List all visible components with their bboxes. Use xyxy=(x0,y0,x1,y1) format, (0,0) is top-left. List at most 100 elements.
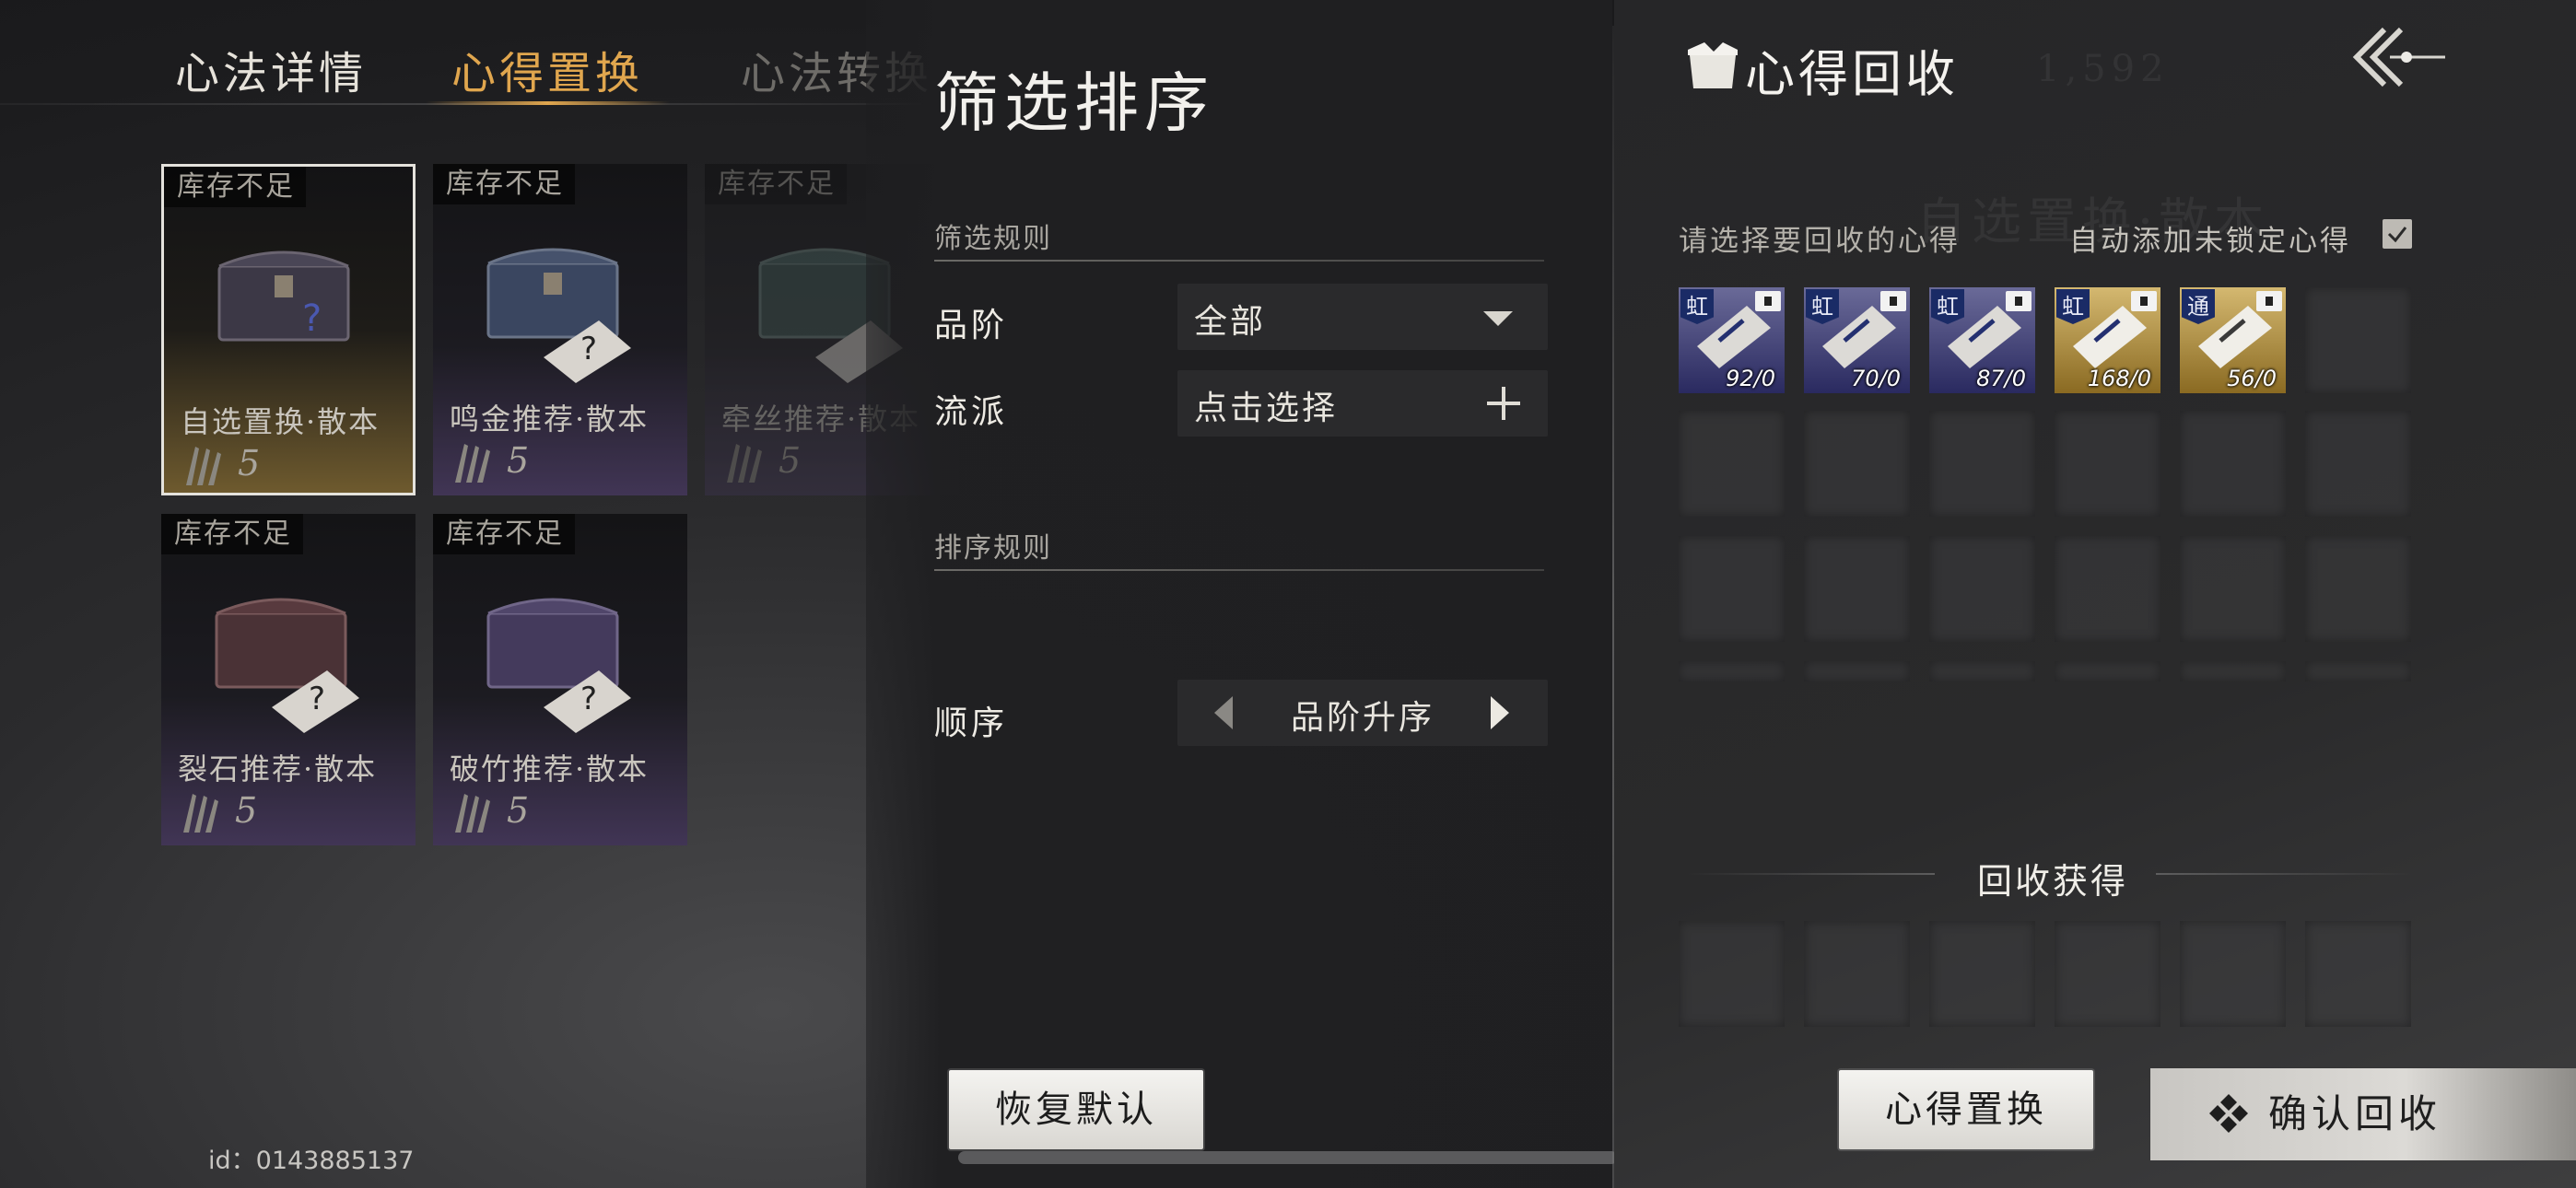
gain-divider-right xyxy=(2156,873,2414,875)
empty-slot[interactable] xyxy=(2305,536,2411,642)
lock-icon xyxy=(2131,291,2157,311)
gain-slot xyxy=(1804,921,1910,1027)
svg-text:?: ? xyxy=(309,681,325,717)
empty-slot[interactable] xyxy=(1929,536,2035,642)
school-selector[interactable]: 点击选择 xyxy=(1177,370,1548,437)
filter-rules-heading: 筛选规则 xyxy=(934,223,1052,255)
xinde-exchange-button[interactable]: 心得置换 xyxy=(1839,1070,2093,1149)
empty-slot[interactable] xyxy=(1679,411,1785,517)
fragment-icon xyxy=(455,444,490,483)
lock-icon xyxy=(1755,291,1781,311)
exchange-card[interactable]: 库存不足 ? 破竹推荐·散本 5 xyxy=(433,514,687,845)
select-recycle-prompt: 请选择要回收的心得 xyxy=(1679,225,1961,258)
recycle-box-icon xyxy=(1688,42,1738,88)
fragment-icon xyxy=(727,444,762,483)
empty-slot[interactable] xyxy=(2055,411,2160,517)
empty-slot[interactable] xyxy=(1804,661,1910,681)
filter-sort-panel xyxy=(866,0,1612,1188)
gain-slot xyxy=(2305,921,2411,1027)
gain-slot xyxy=(1929,921,2035,1027)
recycle-item[interactable]: 虹 87/0 xyxy=(1929,287,2035,393)
empty-slot[interactable] xyxy=(1929,661,2035,681)
plus-icon xyxy=(1487,387,1520,420)
empty-slot[interactable] xyxy=(2180,536,2286,642)
card-title: 裂石推荐·散本 xyxy=(178,751,378,786)
card-title: 鸣金推荐·散本 xyxy=(450,402,650,437)
chest-icon: ? xyxy=(217,250,350,342)
empty-slot[interactable] xyxy=(1804,536,1910,642)
horizontal-scrollbar[interactable] xyxy=(958,1151,1618,1164)
background-ghost-text: 1,592 xyxy=(2036,48,2170,90)
tab-xinfa-details[interactable]: 心法详情 xyxy=(175,37,367,101)
recycle-item[interactable]: 虹 168/0 xyxy=(2055,287,2160,393)
manual-book-icon: ? xyxy=(544,670,631,733)
empty-slot[interactable] xyxy=(2055,536,2160,642)
recycle-item[interactable]: 虹 92/0 xyxy=(1679,287,1785,393)
grade-badge: 虹 xyxy=(1806,289,1839,324)
section-divider xyxy=(934,260,1544,262)
school-label: 流派 xyxy=(934,393,1009,431)
fragment-icon xyxy=(455,794,490,833)
item-quantity: 70/0 xyxy=(1851,366,1901,391)
fragment-icon xyxy=(183,794,218,833)
stock-badge: 库存不足 xyxy=(705,164,847,204)
grade-badge: 虹 xyxy=(2056,289,2090,324)
filter-panel-title: 筛选排序 xyxy=(934,65,1214,141)
empty-slot[interactable] xyxy=(1804,411,1910,517)
empty-slot[interactable] xyxy=(2305,411,2411,517)
recycle-item[interactable]: 通 56/0 xyxy=(2180,287,2286,393)
section-divider xyxy=(934,569,1544,571)
empty-slot[interactable] xyxy=(1679,661,1785,681)
gain-divider-left xyxy=(1686,873,1935,875)
active-tab-indicator xyxy=(426,101,670,105)
manual-book-icon: ? xyxy=(544,320,631,383)
card-count: 5 xyxy=(507,440,530,481)
recycle-item[interactable]: 虹 70/0 xyxy=(1804,287,1910,393)
card-count: 5 xyxy=(235,790,258,831)
chevron-down-icon xyxy=(1483,311,1513,326)
svg-text:?: ? xyxy=(302,297,322,340)
item-quantity: 92/0 xyxy=(1726,366,1775,391)
arrow-right-icon[interactable] xyxy=(1491,696,1509,729)
sort-rules-heading: 排序规则 xyxy=(934,532,1052,565)
back-arrow-icon[interactable] xyxy=(2348,20,2449,94)
empty-slot[interactable] xyxy=(2305,661,2411,681)
empty-slot[interactable] xyxy=(2055,661,2160,681)
exchange-card[interactable]: 库存不足 ? 裂石推荐·散本 5 xyxy=(161,514,416,845)
empty-slot[interactable] xyxy=(1679,536,1785,642)
card-title: 自选置换·散本 xyxy=(181,404,381,439)
gain-slot xyxy=(2055,921,2160,1027)
empty-slot[interactable] xyxy=(2180,411,2286,517)
lock-icon xyxy=(2006,291,2032,311)
recycle-title: 心得回收 xyxy=(1745,45,1959,103)
item-quantity: 56/0 xyxy=(2227,366,2277,391)
grade-label: 品阶 xyxy=(934,307,1009,344)
diamond-icon xyxy=(2209,1094,2248,1133)
stock-badge: 库存不足 xyxy=(164,167,306,207)
item-quantity: 168/0 xyxy=(2087,366,2151,391)
stock-badge: 库存不足 xyxy=(433,514,575,554)
empty-slot[interactable] xyxy=(2180,661,2286,681)
grade-value: 全部 xyxy=(1194,303,1267,341)
tab-xinde-exchange[interactable]: 心得置换 xyxy=(451,37,643,101)
item-quantity: 87/0 xyxy=(1976,366,2026,391)
auto-add-checkbox[interactable] xyxy=(2383,219,2412,249)
card-count: 5 xyxy=(238,443,261,483)
order-switcher[interactable]: 品阶升序 xyxy=(1177,680,1548,746)
stock-badge: 库存不足 xyxy=(433,164,575,204)
empty-slot[interactable] xyxy=(1929,411,2035,517)
lock-icon xyxy=(1880,291,1906,311)
empty-slot[interactable] xyxy=(2305,287,2411,393)
recycle-gain-heading: 回收获得 xyxy=(1977,861,2129,902)
exchange-card[interactable]: 库存不足 ? 自选置换·散本 5 xyxy=(161,164,416,495)
exchange-card[interactable]: 库存不足 ? 鸣金推荐·散本 5 xyxy=(433,164,687,495)
reset-default-button[interactable]: 恢复默认 xyxy=(949,1070,1203,1149)
card-title: 破竹推荐·散本 xyxy=(450,751,650,786)
fragment-icon xyxy=(186,447,221,485)
checkmark-icon xyxy=(2387,227,2407,243)
grade-dropdown[interactable]: 全部 xyxy=(1177,284,1548,350)
order-label: 顺序 xyxy=(934,705,1009,742)
confirm-recycle-button[interactable]: 确认回收 xyxy=(2150,1068,2576,1160)
grade-badge: 虹 xyxy=(1931,289,1964,324)
confirm-recycle-label: 确认回收 xyxy=(2268,1091,2442,1136)
